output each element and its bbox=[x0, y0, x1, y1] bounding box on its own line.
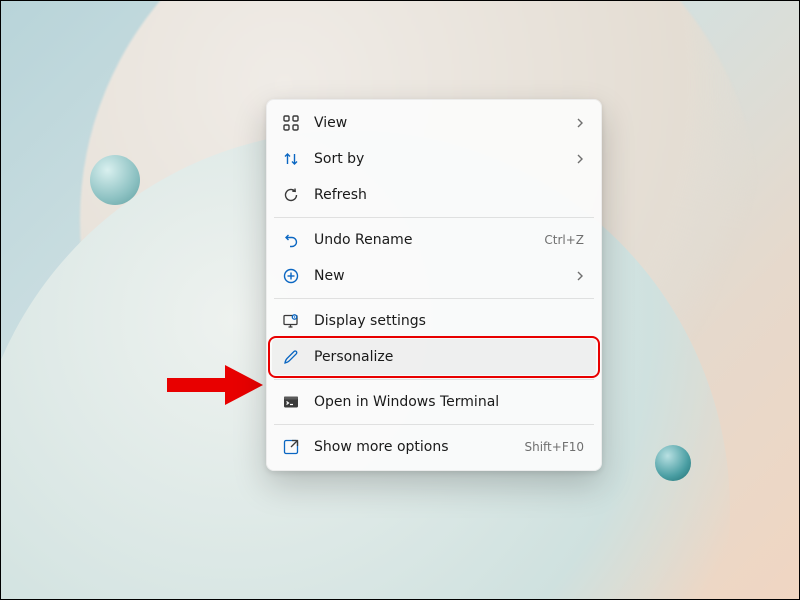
menu-separator bbox=[274, 217, 594, 218]
sort-icon bbox=[282, 150, 300, 168]
menu-item-view[interactable]: View bbox=[272, 105, 596, 141]
grid-icon bbox=[282, 114, 300, 132]
menu-separator bbox=[274, 298, 594, 299]
menu-item-undo[interactable]: Undo Rename Ctrl+Z bbox=[272, 222, 596, 258]
show-more-icon bbox=[282, 438, 300, 456]
menu-item-more-options[interactable]: Show more options Shift+F10 bbox=[272, 429, 596, 465]
personalize-icon bbox=[282, 348, 300, 366]
menu-item-accelerator: Shift+F10 bbox=[524, 440, 584, 454]
menu-item-label: Display settings bbox=[314, 313, 586, 329]
terminal-icon bbox=[282, 393, 300, 411]
menu-item-label: View bbox=[314, 115, 560, 131]
undo-icon bbox=[282, 231, 300, 249]
annotation-arrow bbox=[163, 363, 263, 407]
menu-item-label: Open in Windows Terminal bbox=[314, 394, 586, 410]
display-settings-icon bbox=[282, 312, 300, 330]
menu-item-label: Refresh bbox=[314, 187, 586, 203]
chevron-right-icon bbox=[574, 153, 586, 165]
menu-separator bbox=[274, 379, 594, 380]
menu-item-label: Personalize bbox=[314, 349, 586, 365]
chevron-right-icon bbox=[574, 117, 586, 129]
menu-item-personalize[interactable]: Personalize bbox=[272, 339, 596, 375]
menu-item-refresh[interactable]: Refresh bbox=[272, 177, 596, 213]
menu-item-label: Undo Rename bbox=[314, 232, 530, 248]
menu-item-sort[interactable]: Sort by bbox=[272, 141, 596, 177]
new-icon bbox=[282, 267, 300, 285]
refresh-icon bbox=[282, 186, 300, 204]
menu-item-accelerator: Ctrl+Z bbox=[544, 233, 584, 247]
menu-item-terminal[interactable]: Open in Windows Terminal bbox=[272, 384, 596, 420]
chevron-right-icon bbox=[574, 270, 586, 282]
menu-item-new[interactable]: New bbox=[272, 258, 596, 294]
menu-item-label: Show more options bbox=[314, 439, 510, 455]
menu-separator bbox=[274, 424, 594, 425]
desktop-context-menu: View Sort by Refresh bbox=[266, 99, 602, 471]
menu-item-label: Sort by bbox=[314, 151, 560, 167]
menu-item-display-settings[interactable]: Display settings bbox=[272, 303, 596, 339]
menu-item-label: New bbox=[314, 268, 560, 284]
